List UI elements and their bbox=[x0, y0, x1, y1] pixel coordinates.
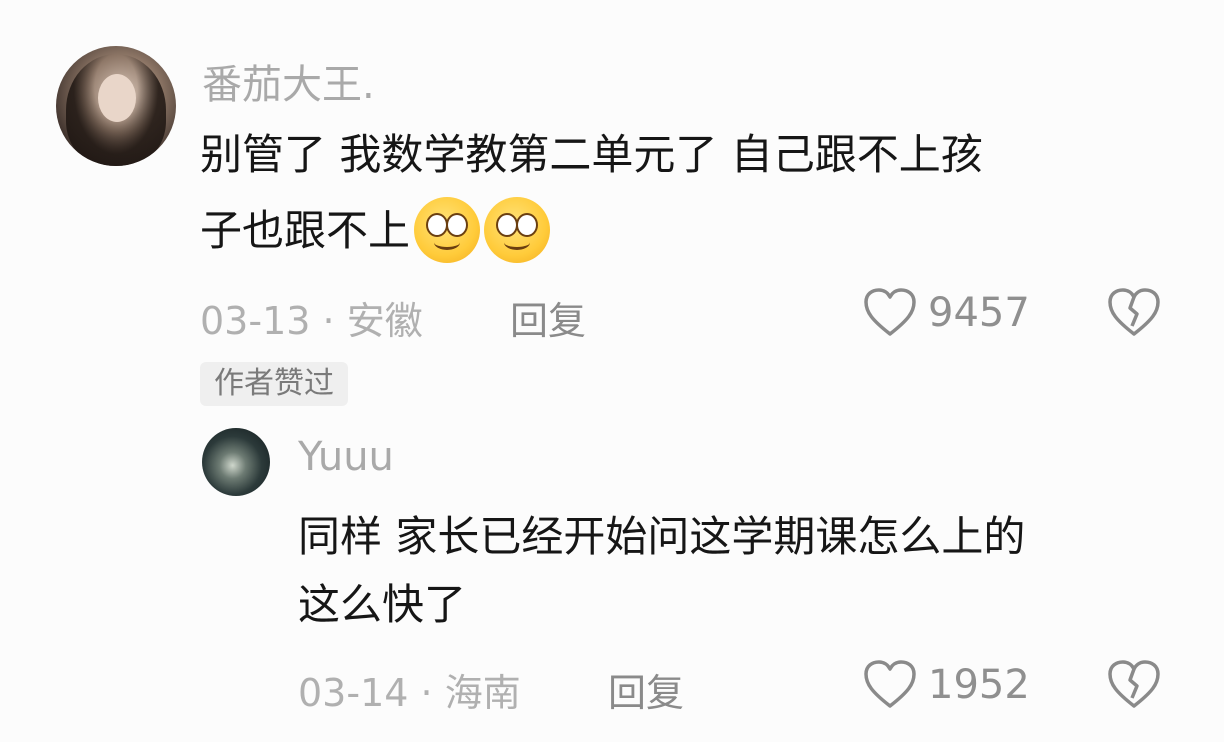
emoji-mouth bbox=[504, 235, 531, 250]
comment-meta: 03-13 · 安徽 bbox=[200, 290, 423, 345]
smiling-face-emoji-icon bbox=[414, 196, 481, 263]
comment-location: 安徽 bbox=[346, 299, 423, 343]
broken-heart-icon[interactable] bbox=[1106, 658, 1162, 710]
comment-text-line-1: 别管了 我数学教第二单元了 自己跟不上孩 bbox=[200, 130, 983, 179]
like-count: 9457 bbox=[928, 290, 1030, 336]
meta-separator: · bbox=[322, 299, 335, 343]
broken-heart-icon[interactable] bbox=[1106, 286, 1162, 338]
comment-text-line-2: 子也跟不上 bbox=[200, 194, 551, 268]
reply-text-line-2: 这么快了 bbox=[298, 580, 467, 629]
reply-username[interactable]: Yuuu bbox=[298, 434, 394, 480]
comment-username[interactable]: 番茄大王. bbox=[202, 52, 375, 110]
comment-date: 03-13 bbox=[200, 299, 311, 343]
smiling-face-emoji-icon bbox=[484, 196, 551, 263]
reply-reply-button[interactable]: 回复 bbox=[608, 662, 684, 717]
reply-text-line-1: 同样 家长已经开始问这学期课怎么上的 bbox=[298, 512, 1026, 561]
emoji-mouth bbox=[434, 235, 461, 250]
author-liked-badge: 作者赞过 bbox=[200, 362, 348, 406]
reply-date: 03-14 bbox=[298, 671, 409, 715]
comment-text-line-2-content: 子也跟不上 bbox=[200, 206, 411, 255]
reply-like-count: 1952 bbox=[928, 662, 1030, 708]
avatar-face bbox=[98, 74, 136, 122]
reply-location: 海南 bbox=[444, 671, 521, 715]
heart-outline-icon[interactable] bbox=[862, 658, 918, 710]
avatar[interactable] bbox=[56, 46, 176, 166]
heart-outline-icon[interactable] bbox=[862, 286, 918, 338]
reply-meta: 03-14 · 海南 bbox=[298, 662, 521, 717]
comment-thread: 番茄大王. 别管了 我数学教第二单元了 自己跟不上孩 子也跟不上 03-13 ·… bbox=[0, 0, 1224, 742]
reply-button[interactable]: 回复 bbox=[510, 290, 586, 345]
meta-separator: · bbox=[420, 671, 433, 715]
reply-avatar[interactable] bbox=[202, 428, 270, 496]
